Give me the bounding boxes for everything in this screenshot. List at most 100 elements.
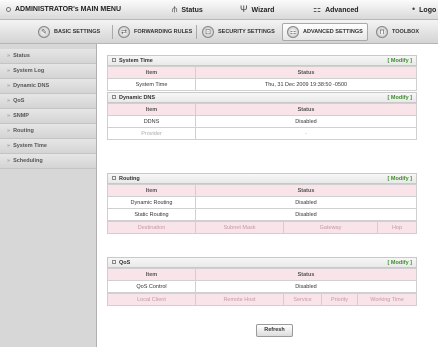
qos-title: QoS [112, 258, 130, 269]
column-header-subnet-mask: Subnet Mask [195, 221, 284, 234]
sidebar-item-label: Scheduling [13, 158, 43, 164]
lock-icon: ⊡ [202, 26, 214, 38]
routing-columns-table: Destination Subnet Mask Gateway Hop [107, 221, 417, 234]
column-header-status: Status [195, 184, 417, 197]
row-status-cell: Disabled [195, 115, 417, 128]
table-header-row: Item Status [107, 103, 417, 116]
sidebar-item-system-time[interactable]: » System Time [0, 139, 96, 154]
arrows-icon: ⇄ [118, 26, 130, 38]
system-time-title: System Time [112, 56, 153, 67]
refresh-button[interactable]: Refresh [256, 324, 293, 337]
table-row: QoS Control Disabled [107, 280, 417, 293]
top-menu-bar: ADMINISTRATOR's MAIN MENU ⫛ Status Ψ Wizar… [0, 0, 438, 20]
sidebar: » Status » System Log » Dynamic DNS » QoS » S… [0, 44, 97, 347]
system-time-header: System Time [ Modify ] [107, 55, 417, 66]
table-header-row: Item Status [107, 268, 417, 281]
sidebar-item-label: Status [13, 53, 30, 59]
table-row: Dynamic Routing Disabled [107, 196, 417, 209]
sidebar-item-label: Routing [13, 128, 34, 134]
bullet-icon: » [7, 128, 11, 134]
sidebar-item-label: QoS [13, 98, 25, 104]
column-header-destination: Destination [107, 221, 196, 234]
router-icon: ⚏ [287, 26, 299, 38]
bullet-icon: » [7, 98, 11, 104]
bullet-icon: » [7, 83, 11, 89]
tab-basic-settings-label: BASIC SETTINGS [54, 29, 101, 35]
row-item-cell: Dynamic Routing [107, 196, 196, 209]
routing-header: Routing [ Modify ] [107, 173, 417, 184]
tab-security-settings-label: SECURITY SETTINGS [218, 29, 275, 35]
sidebar-item-status[interactable]: » Status [0, 49, 96, 64]
sidebar-item-label: SNMP [13, 113, 29, 119]
antenna-icon: ⫛ [172, 4, 178, 14]
ddns-title: Dynamic DNS [112, 93, 155, 104]
bullet-icon: » [7, 53, 11, 59]
sidebar-item-routing[interactable]: » Routing [0, 124, 96, 139]
column-header-status: Status [195, 103, 417, 116]
sidebar-item-dynamic-dns[interactable]: » Dynamic DNS [0, 79, 96, 94]
ddns-header: Dynamic DNS [ Modify ] [107, 92, 417, 103]
qos-columns-table: Local Client Remote Host Service Priorit… [107, 293, 417, 306]
sidebar-item-qos[interactable]: » QoS [0, 94, 96, 109]
system-time-modify-link[interactable]: [ Modify ] [388, 56, 412, 67]
bullet-icon: » [7, 113, 11, 119]
top-wizard-label: Wizard [251, 7, 275, 14]
column-header-hop: Hop [377, 221, 417, 234]
collapse-box-icon [112, 176, 116, 180]
routing-modify-link[interactable]: [ Modify ] [388, 174, 412, 185]
column-header-service: Service [283, 293, 322, 306]
wrench-icon: ✎ [38, 26, 50, 38]
table-row: DDNS Disabled [107, 115, 417, 128]
sidebar-item-scheduling[interactable]: » Scheduling [0, 154, 96, 169]
tab-advanced-settings-label: ADVANCED SETTINGS [303, 29, 363, 35]
bullet-icon: » [7, 68, 11, 74]
sidebar-item-label: System Time [13, 143, 47, 149]
top-logout-link[interactable]: • Logo [412, 4, 436, 14]
tab-advanced-settings[interactable]: ⚏ ADVANCED SETTINGS [282, 23, 368, 41]
top-logout-label: Logo [419, 7, 437, 14]
qos-columns-header-row: Local Client Remote Host Service Priorit… [107, 293, 417, 306]
tab-toolbox[interactable]: ⊓ TOOLBOX [372, 23, 423, 41]
table-row: System Time Thu, 31 Dec 2009 19:38:50 -0… [107, 78, 417, 91]
sidebar-item-label: System Log [13, 68, 45, 74]
ddns-modify-link[interactable]: [ Modify ] [388, 93, 412, 104]
sidebar-item-snmp[interactable]: » SNMP [0, 109, 96, 124]
admin-menu-title: ADMINISTRATOR's MAIN MENU [6, 6, 121, 13]
qos-panel: QoS [ Modify ] Item Status QoS Control D… [107, 257, 417, 306]
menu-bullet-icon [6, 7, 11, 12]
table-row: Provider - [107, 127, 417, 140]
row-status-cell: - [195, 127, 417, 140]
top-advanced-link[interactable]: ⚏ Advanced [313, 4, 359, 15]
tab-basic-settings[interactable]: ✎ BASIC SETTINGS [34, 23, 104, 41]
row-item-cell: QoS Control [107, 280, 196, 293]
logout-icon: • [412, 4, 416, 14]
sidebar-item-system-log[interactable]: » System Log [0, 64, 96, 79]
column-header-status: Status [195, 66, 417, 79]
collapse-box-icon [112, 260, 116, 264]
qos-modify-link[interactable]: [ Modify ] [388, 258, 412, 269]
top-wizard-link[interactable]: Ψ Wizard [240, 4, 274, 14]
row-status-cell: Disabled [195, 196, 417, 209]
row-status-cell: Disabled [195, 280, 417, 293]
row-status-cell: Thu, 31 Dec 2009 19:38:50 -0500 [195, 78, 417, 91]
sidebar-item-label: Dynamic DNS [13, 83, 50, 89]
ddns-panel: Dynamic DNS [ Modify ] Item Status DDNS … [107, 92, 417, 140]
ddns-title-text: Dynamic DNS [119, 95, 156, 101]
column-header-item: Item [107, 103, 196, 116]
qos-title-text: QoS [119, 260, 131, 266]
tab-divider [196, 25, 197, 39]
wand-icon: Ψ [240, 4, 248, 14]
tab-forwarding-rules[interactable]: ⇄ FORWARDING RULES [114, 23, 196, 41]
ddns-table: Item Status DDNS Disabled Provider - [107, 103, 417, 140]
table-header-row: Item Status [107, 66, 417, 79]
column-header-item: Item [107, 184, 196, 197]
top-advanced-label: Advanced [325, 7, 359, 14]
column-header-item: Item [107, 268, 196, 281]
collapse-box-icon [112, 95, 116, 99]
top-status-link[interactable]: ⫛ Status [172, 4, 203, 15]
column-header-priority: Priority [321, 293, 358, 306]
column-header-status: Status [195, 268, 417, 281]
routing-title-text: Routing [119, 176, 140, 182]
tab-security-settings[interactable]: ⊡ SECURITY SETTINGS [198, 23, 279, 41]
tab-divider [112, 25, 113, 39]
